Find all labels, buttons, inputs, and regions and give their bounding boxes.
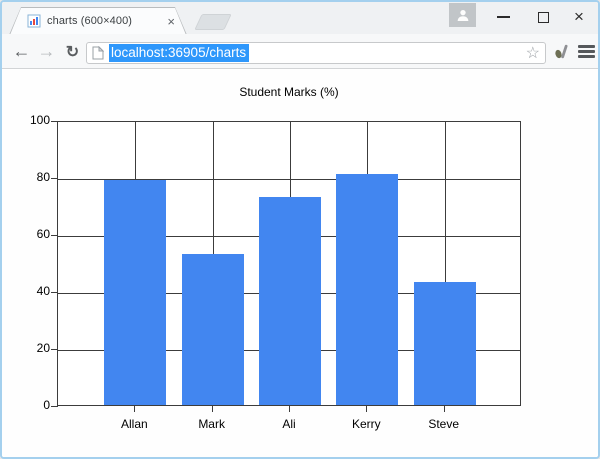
browser-toolbar: ← → ↻ localhost:36905/charts ☆ bbox=[2, 34, 598, 69]
page-document-icon bbox=[92, 46, 104, 60]
address-bar[interactable]: localhost:36905/charts ☆ bbox=[86, 42, 546, 64]
bookmark-star-icon[interactable]: ☆ bbox=[526, 44, 540, 64]
y-tick-label: 80 bbox=[2, 170, 50, 184]
browser-window: charts (600×400) × × bbox=[0, 0, 600, 459]
y-tick bbox=[51, 178, 58, 179]
x-tick-label: Mark bbox=[172, 417, 252, 431]
plot-area bbox=[57, 121, 521, 406]
y-tick bbox=[51, 235, 58, 236]
x-tick-label: Kerry bbox=[326, 417, 406, 431]
favicon-chart-icon bbox=[27, 14, 41, 28]
x-tick bbox=[444, 406, 445, 412]
close-button[interactable]: × bbox=[564, 2, 594, 32]
back-arrow-icon: ← bbox=[13, 41, 31, 62]
tab-close-icon[interactable]: × bbox=[167, 15, 175, 28]
bar-ali bbox=[259, 197, 321, 405]
x-tick bbox=[134, 406, 135, 412]
x-tick bbox=[366, 406, 367, 412]
back-button[interactable]: ← bbox=[9, 39, 34, 64]
minimize-icon bbox=[497, 16, 510, 18]
y-tick-label: 100 bbox=[2, 113, 50, 127]
maximize-icon bbox=[538, 12, 549, 23]
page-content: Student Marks (%) 100 80 60 40 20 0 AllanMarkA… bbox=[2, 70, 598, 457]
bar-kerry bbox=[336, 174, 398, 405]
y-tick-label: 60 bbox=[2, 227, 50, 241]
y-tick-label: 40 bbox=[2, 284, 50, 298]
browser-tab[interactable]: charts (600×400) × bbox=[9, 7, 187, 35]
x-tick-label: Ali bbox=[249, 417, 329, 431]
x-tick bbox=[289, 406, 290, 412]
new-tab-button[interactable] bbox=[194, 14, 231, 30]
hamburger-icon bbox=[578, 45, 595, 48]
forward-button[interactable]: → bbox=[34, 39, 59, 64]
x-tick-label: Steve bbox=[404, 417, 484, 431]
bar-allan bbox=[104, 180, 166, 405]
x-tick bbox=[212, 406, 213, 412]
extension-icon[interactable] bbox=[553, 42, 572, 61]
y-tick-label: 0 bbox=[2, 398, 50, 412]
close-icon: × bbox=[574, 7, 584, 27]
person-icon bbox=[455, 7, 471, 23]
x-tick-label: Allan bbox=[94, 417, 174, 431]
url-text-selected[interactable]: localhost:36905/charts bbox=[109, 44, 249, 62]
reload-button[interactable]: ↻ bbox=[60, 39, 85, 64]
forward-arrow-icon: → bbox=[38, 41, 56, 62]
chart-title: Student Marks (%) bbox=[57, 85, 521, 99]
y-tick bbox=[51, 292, 58, 293]
tab-title: charts (600×400) bbox=[47, 15, 161, 27]
y-tick bbox=[51, 121, 58, 122]
y-tick bbox=[51, 406, 58, 407]
minimize-button[interactable] bbox=[488, 2, 518, 32]
y-tick bbox=[51, 349, 58, 350]
bar-steve bbox=[414, 282, 476, 405]
maximize-button[interactable] bbox=[528, 2, 558, 32]
menu-button[interactable] bbox=[578, 42, 596, 61]
reload-icon: ↻ bbox=[66, 42, 79, 62]
bar-mark bbox=[182, 254, 244, 405]
y-tick-label: 20 bbox=[2, 341, 50, 355]
profile-button[interactable] bbox=[449, 3, 476, 27]
title-bar: charts (600×400) × × bbox=[2, 2, 598, 34]
